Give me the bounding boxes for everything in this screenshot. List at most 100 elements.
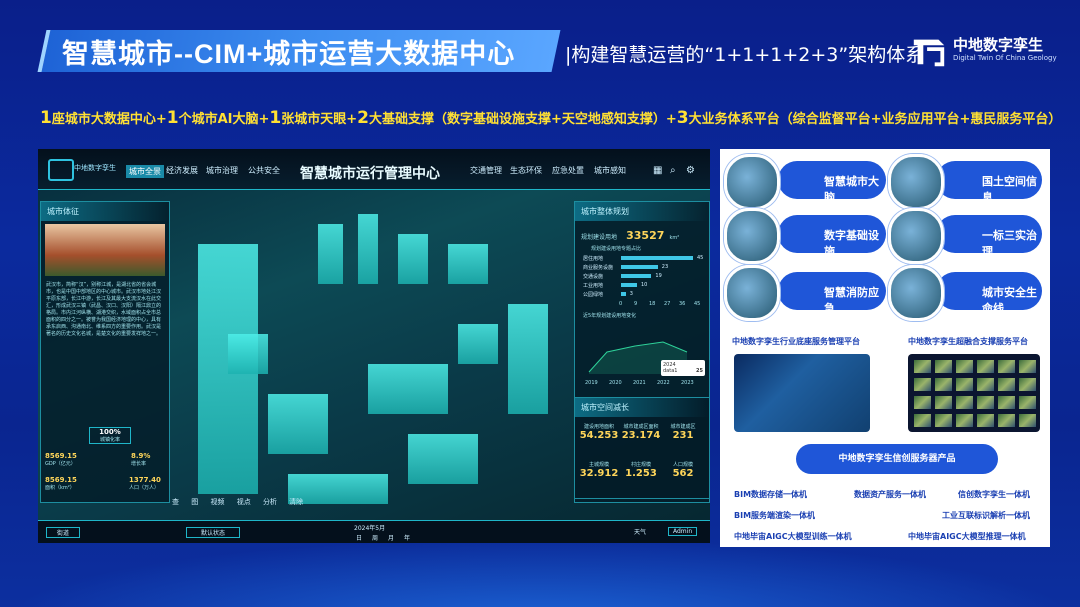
architecture-banner: 1座城市大数据中心+1个城市AI大脑+1张城市天眼+2大基础支撑（数字基础设施支… [40, 108, 1061, 128]
planning-metric-unit: km² [669, 235, 680, 241]
date-tab-day[interactable]: 日 [356, 533, 362, 542]
landuse-bar-label: 工业用地 [583, 283, 604, 289]
landuse-axis-tick: 0 [619, 301, 623, 307]
tool-video[interactable]: 视频 [210, 498, 224, 506]
nav-tab-ecology[interactable]: 生态环保 [510, 165, 542, 176]
brand-name: 中地数字孪生 [953, 36, 1044, 54]
platform-2-tile [1019, 396, 1036, 409]
product-5: 工业互联标识解析一体机 [942, 511, 1030, 520]
card-infrastructure[interactable]: 数字基础设施 [778, 215, 886, 258]
platform-1-screenshot [734, 354, 870, 432]
landuse-bar-row: 工业用地 10 [583, 282, 647, 289]
platform-2-tile [956, 396, 973, 409]
nav-tab-governance[interactable]: 城市治理 [206, 165, 238, 176]
tool-clear[interactable]: 清除 [289, 498, 303, 506]
banner-num-5: 3 [676, 108, 689, 128]
settings-icon[interactable]: ⚙ [686, 165, 695, 176]
city-profile-title: 城市体征 [41, 202, 169, 221]
product-panel: 智慧城市大脑 国土空间信息 数字基础设施 一标三实治理 智慧消防应急 城市安全生… [720, 149, 1050, 547]
dashboard-footer: 街道 默认状态 2024年5月 日 周 月 年 天气 Admin [38, 520, 710, 543]
search-icon[interactable]: ⌕ [670, 165, 676, 176]
card-fire-emergency[interactable]: 智慧消防应急 [778, 272, 886, 315]
landuse-bar-label: 商业服务设施 [583, 265, 614, 271]
landuse-bar [621, 283, 637, 287]
city-profile-panel: 城市体征 武汉市，简称“汉”，别称江城，是湖北省的省会城市，也是中国中部地区的中… [40, 201, 170, 503]
landuse-bar-chart: 居住用地 45 商业服务设施 23 交通设施 19 工业用地 10 公园绿地 3 [575, 253, 709, 301]
urban-growth-title: 城市空间减长 [575, 398, 709, 417]
trend-axis: 2019 2020 2021 2022 2023 [575, 380, 709, 388]
platform-2-tile [998, 378, 1015, 391]
tool-query[interactable]: 查 [172, 498, 179, 506]
card-infrastructure-label: 数字基础设施 [824, 229, 879, 258]
background-swirl [0, 537, 1080, 607]
card-governance[interactable]: 一标三实治理 [936, 215, 1042, 258]
urban-growth-stat-value: 32.912 [579, 468, 619, 479]
urban-growth-panel: 城市空间减长 建设用地面积 54.253 城市建成区面积 23.174 城市建成区 231… [574, 397, 710, 499]
product-6: 中地毕宙AIGC大模型训练一体机 [734, 532, 852, 541]
stat-gdp: 8569.15 GDP（亿元） [45, 452, 77, 467]
date-tab-month[interactable]: 月 [388, 533, 394, 542]
product-7: 中地毕宙AIGC大模型推理一体机 [908, 532, 1026, 541]
stat-population: 1377.40 人口（万人） [129, 476, 161, 491]
brand-logo-icon [913, 39, 945, 67]
district-select[interactable]: 街道 [46, 527, 81, 538]
platform-2-tile [914, 378, 931, 391]
page-subtitle: |构建智慧运营的“1+1+1+2+3”架构体系 [565, 44, 925, 66]
landuse-axis-tick: 45 [694, 301, 701, 307]
grid-icon[interactable]: ▦ [653, 165, 662, 176]
page-title: 智慧城市--CIM+城市运营大数据中心 [62, 39, 516, 69]
city-operation-dashboard: 中地数字孪生 城市全景 经济发展 城市治理 公共安全 智慧城市运行管理中心 交通… [38, 149, 710, 543]
3d-city-model[interactable] [168, 194, 578, 514]
trend-tooltip: 2024 data1 25 [661, 360, 705, 376]
platform-2-tile [1019, 378, 1036, 391]
tool-layer[interactable]: 图 [191, 498, 198, 506]
landuse-chart-title: 规划建设用地专题占比 [591, 246, 642, 252]
platform-2-tile [914, 360, 931, 373]
platform-2-tile [977, 414, 994, 427]
weather-button[interactable]: 天气 [634, 527, 646, 536]
card-governance-image [888, 208, 944, 264]
nav-tab-sensing[interactable]: 城市感知 [594, 165, 626, 176]
landuse-bar-label: 居住用地 [583, 256, 604, 262]
tool-viewpoint[interactable]: 视点 [237, 498, 251, 506]
card-spatial-info-image [888, 154, 944, 210]
card-city-brain[interactable]: 智慧城市大脑 [778, 161, 886, 204]
state-select[interactable]: 默认状态 [186, 527, 241, 538]
card-fire-emergency-image [724, 265, 780, 321]
landuse-bar-value: 23 [661, 264, 669, 270]
date-tab-week[interactable]: 周 [372, 533, 378, 542]
banner-num-3: 1 [269, 108, 282, 128]
platform-2-tile [977, 360, 994, 373]
map-toolbar: 查 图 视频 视点 分析 清除 [172, 497, 303, 507]
nav-tab-traffic[interactable]: 交通管理 [470, 165, 502, 176]
urban-growth-stat-label: 村庄规模 [630, 462, 651, 468]
trend-axis-tick: 2021 [633, 380, 646, 386]
user-menu[interactable]: Admin [668, 527, 698, 536]
banner-text-1: 座城市大数据中心+ [51, 112, 167, 127]
nav-tab-overview[interactable]: 城市全景 [126, 165, 164, 178]
tooltip-series: data1 [663, 368, 678, 374]
city-description: 武汉市，简称“汉”，别称江城，是湖北省的省会城市，也是中国中部地区的中心城市。武… [46, 282, 162, 337]
landuse-bar-label: 公园绿地 [583, 292, 604, 298]
landuse-bar-value: 3 [629, 291, 633, 297]
card-safety-lifeline[interactable]: 城市安全生命线 [936, 272, 1042, 315]
urbanization-badge: 100% 城镇化率 [89, 427, 131, 444]
server-products-button[interactable]: 中地数字孪生信创服务器产品 [796, 444, 998, 474]
date-tab-year[interactable]: 年 [404, 533, 410, 542]
platform-2-tile [977, 378, 994, 391]
card-spatial-info[interactable]: 国土空间信息 [936, 161, 1042, 204]
tool-analysis[interactable]: 分析 [263, 498, 277, 506]
date-label[interactable]: 2024年5月 [354, 523, 385, 532]
urban-growth-stat-value: 23.174 [621, 430, 661, 441]
urban-growth-stat-label: 主城规模 [588, 462, 609, 468]
dashboard-title: 智慧城市运行管理中心 [300, 166, 440, 182]
landuse-bar-value: 45 [697, 255, 704, 261]
nav-tab-emergency[interactable]: 应急处置 [552, 165, 584, 176]
product-1: BIM数据存储一体机 [734, 490, 808, 499]
card-safety-lifeline-image [888, 265, 944, 321]
urban-growth-stat-label: 城市建成区面积 [623, 424, 659, 430]
nav-tab-safety[interactable]: 公共安全 [248, 165, 280, 176]
urban-growth-stat-value: 1.253 [625, 468, 657, 479]
planning-metric: 规划建设用地 33527 km² [575, 221, 709, 246]
nav-tab-economy[interactable]: 经济发展 [166, 165, 198, 176]
